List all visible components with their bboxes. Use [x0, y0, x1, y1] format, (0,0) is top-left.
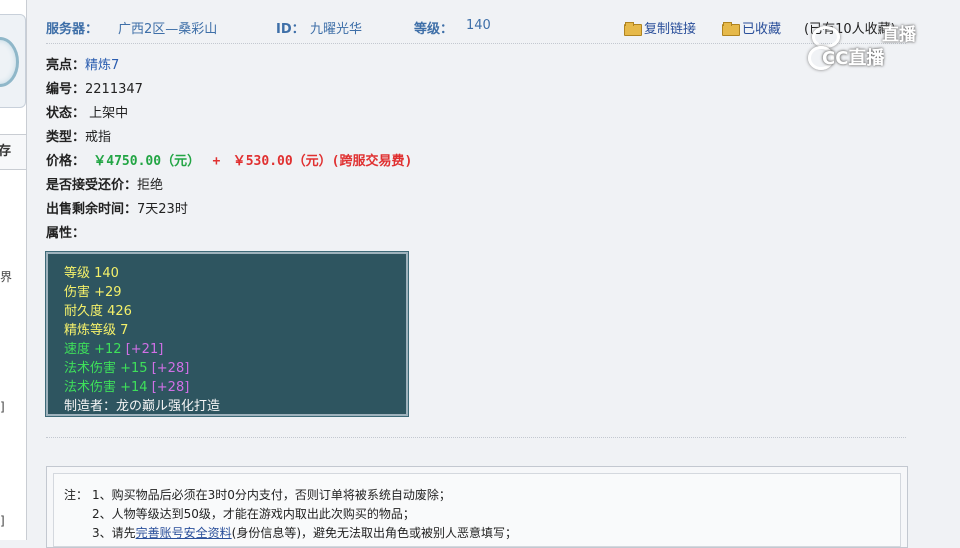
server-value: 广西2区—桑彩山 [118, 22, 218, 37]
attr-durability: 耐久度 426 [64, 304, 132, 319]
note-line-1: 1、购买物品后必须在3时0分内支付，否则订单将被系统自动废除； [92, 488, 451, 502]
copy-link-label: 复制链接 [644, 22, 697, 37]
attr-level: 等级 140 [64, 266, 119, 281]
status-row: 状态： 上架中 [46, 102, 128, 121]
price-main: ￥4750.00（元） [93, 154, 201, 169]
remaining-label: 出售剩余时间： [46, 202, 138, 217]
attr-magic-damage: 法术伤害 +15 [+28] [64, 357, 189, 376]
watermark-text-bottom: CC直播 [822, 48, 885, 69]
attr-damage: 伤害 +29 [64, 285, 122, 300]
attr-refine: 精炼等级 7 [64, 323, 129, 338]
bargain-value: 拒绝 [137, 178, 164, 193]
type-row: 类型：戒指 [46, 126, 111, 145]
attr-magic1-value: 法术伤害 +15 [64, 361, 148, 376]
number-row: 编号：2211347 [46, 78, 143, 97]
remaining-value: 7天23时 [137, 202, 188, 217]
left-sidebar: 存 界 ] ] [0, 0, 27, 540]
type-label: 类型： [46, 130, 86, 145]
note-line-3: 3、请先完善账号安全资料(身份信息等)，避免无法取出角色或被别人恶意填写； [92, 524, 517, 541]
sidebar-text-fragment: 界 [0, 270, 13, 284]
security-info-link[interactable]: 完善账号安全资料 [136, 526, 232, 540]
attribute-panel: 等级 140 伤害 +29 耐久度 426 精炼等级 7 速度 +12 [+21… [45, 251, 409, 417]
status-value: 上架中 [89, 106, 129, 121]
folder-icon [722, 21, 740, 36]
attr-magic2-value: 法术伤害 +14 [64, 380, 148, 395]
section-divider [46, 437, 906, 438]
left-tab[interactable]: 存 [0, 134, 26, 170]
price-fee: ￥530.00（元）(跨服交易费) [232, 154, 413, 169]
attr-speed: 速度 +12 [+21] [64, 338, 163, 357]
highlight-value: 精炼7 [85, 58, 120, 73]
sidebar-text-fragment: ] [0, 400, 5, 414]
price-label: 价格： [46, 154, 86, 169]
favorite-button[interactable]: 已收藏 [722, 18, 781, 37]
note-line-3-pre: 3、请先 [92, 526, 136, 540]
attr-magic1-bonus: [+28] [151, 361, 190, 376]
notes-panel: 注： 1、购买物品后必须在3时0分内支付，否则订单将被系统自动废除； 2、人物等… [46, 466, 908, 548]
copy-link-button[interactable]: 复制链接 [624, 18, 696, 37]
favorite-label: 已收藏 [742, 22, 782, 37]
attr-magic-damage: 法术伤害 +14 [+28] [64, 376, 189, 395]
notes-prefix: 注： [64, 488, 89, 502]
remaining-row: 出售剩余时间：7天23时 [46, 198, 188, 217]
price-row: 价格： ￥4750.00（元） + ￥530.00（元）(跨服交易费) [46, 150, 412, 169]
sidebar-text-fragment: ] [0, 514, 5, 528]
attr-magic2-bonus: [+28] [151, 380, 190, 395]
bargain-row: 是否接受还价：拒绝 [46, 174, 163, 193]
id-label: ID： [276, 22, 305, 37]
attr-speed-bonus: [+21] [125, 342, 164, 357]
bargain-label: 是否接受还价： [46, 178, 138, 193]
watermark: 直播 CC直播 [808, 18, 928, 70]
id-value: 九曜光华 [310, 22, 363, 37]
note-line-3-post: (身份信息等)，避免无法取出角色或被别人恶意填写； [231, 526, 518, 540]
number-value: 2211347 [85, 82, 143, 97]
note-line-2: 2、人物等级达到50级，才能在游戏内取出此次购买的物品； [92, 507, 415, 521]
server-label: 服务器： [46, 22, 99, 37]
number-label: 编号： [46, 82, 86, 97]
level-value: 140 [466, 18, 491, 33]
type-value: 戒指 [85, 130, 112, 145]
watermark-text-top: 直播 [882, 25, 916, 45]
attr-maker: 制造者：龙の巅ル强化打造 [64, 399, 221, 414]
highlight-row: 亮点：精炼7 [46, 54, 119, 73]
status-label: 状态： [46, 106, 86, 121]
level-label: 等级： [414, 22, 454, 37]
notes-inner: 注： 1、购买物品后必须在3时0分内支付，否则订单将被系统自动废除； 2、人物等… [53, 473, 901, 547]
attr-speed-value: 速度 +12 [64, 342, 122, 357]
folder-icon [624, 21, 642, 36]
attributes-row: 属性： [46, 222, 85, 241]
attributes-label: 属性： [46, 226, 86, 241]
header-divider [46, 43, 906, 44]
ring-icon [0, 37, 19, 87]
item-thumbnail[interactable] [0, 14, 26, 108]
item-header: 服务器： 广西2区—桑彩山 ID： 九曜光华 等级： 140 复制链接 已收藏 … [46, 18, 906, 38]
highlight-label: 亮点： [46, 58, 86, 73]
price-plus: + [212, 154, 221, 169]
